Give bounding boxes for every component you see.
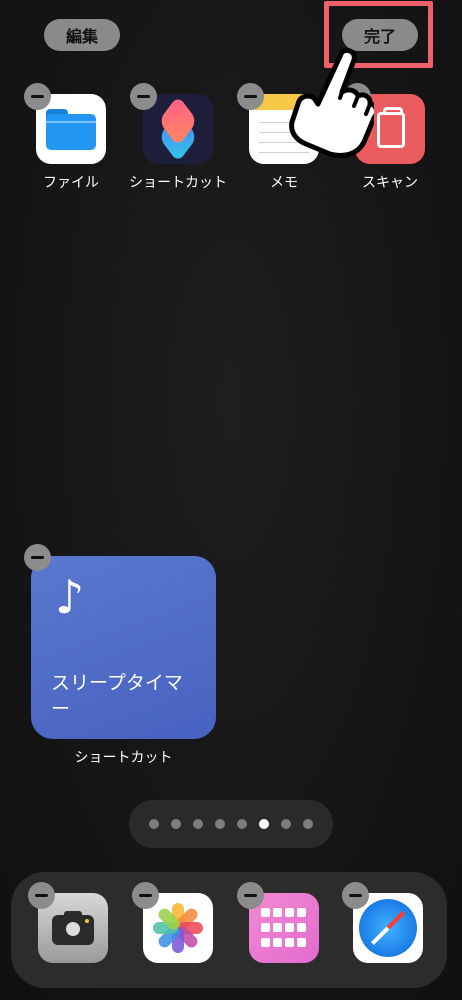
app-label: メモ: [270, 175, 298, 191]
page-dot: [193, 819, 203, 829]
page-dot: [281, 819, 291, 829]
remove-photos-button[interactable]: [132, 882, 159, 909]
widget-title: スリープタイマー: [51, 672, 183, 720]
remove-files-button[interactable]: [24, 83, 51, 110]
pointing-hand-icon: [289, 47, 374, 158]
widget-label: ショートカット: [74, 750, 173, 766]
remove-app-library-button[interactable]: [237, 882, 264, 909]
remove-widget-button[interactable]: [24, 544, 51, 571]
page-dot: [149, 819, 159, 829]
home-screen: 編集 完了 ファイル ショートカット メモ スキャン ♪ スリープタイマー ショ…: [0, 0, 462, 1000]
remove-safari-button[interactable]: [342, 882, 369, 909]
music-note-icon: ♪: [55, 570, 85, 624]
page-indicator[interactable]: [129, 800, 333, 848]
page-dot: [237, 819, 247, 829]
page-dot-active: [259, 819, 269, 829]
remove-notes-button[interactable]: [237, 83, 264, 110]
edit-button[interactable]: 編集: [44, 19, 120, 51]
page-dot: [171, 819, 181, 829]
remove-shortcuts-button[interactable]: [130, 83, 157, 110]
app-label: ショートカット: [129, 175, 227, 191]
sleep-timer-widget[interactable]: ♪ スリープタイマー: [31, 556, 216, 739]
app-label: スキャン: [362, 175, 418, 191]
page-dot: [303, 819, 313, 829]
remove-camera-button[interactable]: [28, 882, 55, 909]
app-label: ファイル: [43, 175, 99, 191]
page-dot: [215, 819, 225, 829]
